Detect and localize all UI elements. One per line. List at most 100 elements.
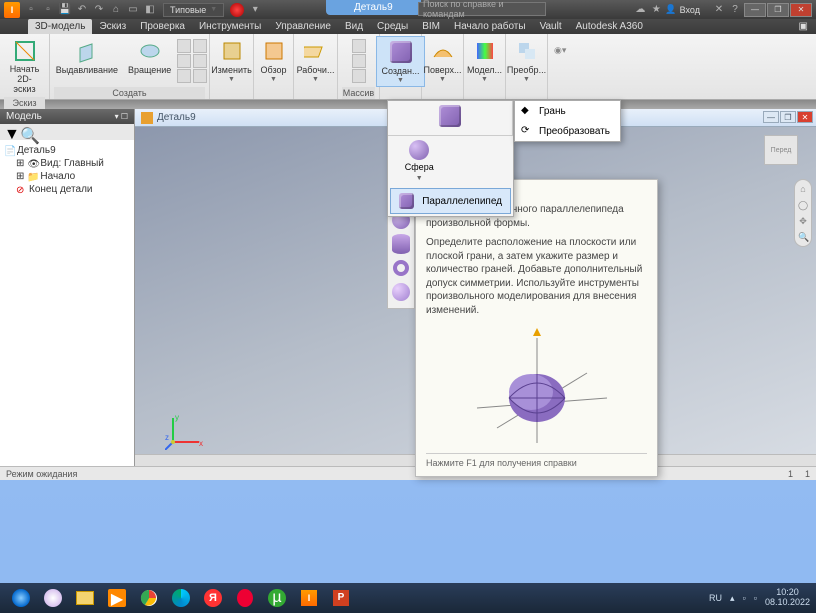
- tray-up-icon[interactable]: ▴: [730, 593, 735, 604]
- start-button[interactable]: [6, 586, 36, 610]
- window-restore-button[interactable]: ❐: [767, 3, 789, 17]
- tab-tools[interactable]: Инструменты: [192, 19, 268, 34]
- tab-3d-model[interactable]: 3D-модель: [28, 19, 92, 34]
- taskbar-opera[interactable]: [230, 586, 260, 610]
- surface-button[interactable]: Поверх... ▼: [419, 36, 465, 85]
- tab-sketch[interactable]: Эскиз: [92, 19, 133, 34]
- simulate-button[interactable]: Модел... ▼: [463, 36, 506, 85]
- qat-open-icon[interactable]: ▫: [41, 3, 55, 17]
- find-icon[interactable]: 🔍: [20, 126, 32, 138]
- canvas-close-button[interactable]: ✕: [797, 111, 813, 123]
- qat-save-icon[interactable]: 💾: [58, 3, 72, 17]
- mirror-button[interactable]: [352, 69, 366, 83]
- app-logo-icon[interactable]: I: [4, 2, 20, 18]
- user-icon: 👤: [665, 4, 676, 15]
- taskbar-powerpoint[interactable]: P: [326, 586, 356, 610]
- menu-item-convert[interactable]: ⟳ Преобразовать: [515, 121, 620, 141]
- pan-icon[interactable]: ✥: [798, 216, 808, 226]
- tray-network-icon[interactable]: ▫: [754, 593, 757, 603]
- taskbar-edge[interactable]: [166, 586, 196, 610]
- sweep-button[interactable]: [177, 39, 191, 53]
- simulate-label: Модел...: [467, 65, 502, 75]
- tray-clock[interactable]: 10:20 08.10.2022: [765, 588, 810, 608]
- expand-icon[interactable]: ⊞: [16, 158, 24, 169]
- canvas-maximize-button[interactable]: ❐: [780, 111, 796, 123]
- tray-language[interactable]: RU: [709, 593, 722, 603]
- filters-dropdown[interactable]: Типовые ▼: [163, 3, 224, 17]
- tab-bim[interactable]: BIM: [415, 19, 447, 34]
- coil-button[interactable]: [177, 69, 191, 83]
- view-cube[interactable]: Перед: [764, 135, 798, 165]
- ribbon-expand-icon[interactable]: ◉▾: [554, 45, 566, 55]
- palette-cylinder-button[interactable]: [390, 233, 412, 255]
- taskbar-yandex[interactable]: Я: [198, 586, 228, 610]
- revolve-label: Вращение: [128, 65, 171, 75]
- rib-button[interactable]: [193, 39, 207, 53]
- menu-item-face[interactable]: ◆ Грань: [515, 101, 620, 121]
- qat-material-icon[interactable]: ◧: [143, 3, 157, 17]
- dd-box-menu-item[interactable]: Параллелепипед: [390, 188, 511, 214]
- tab-a360[interactable]: Autodesk A360: [569, 19, 650, 34]
- dd-sphere-button[interactable]: Сфера ▼: [388, 136, 451, 186]
- tree-origin[interactable]: ⊞📁Начало: [4, 170, 130, 183]
- qat-undo-icon[interactable]: ↶: [75, 3, 89, 17]
- help-icon[interactable]: ?: [728, 3, 742, 17]
- modify-button[interactable]: Изменить ▼: [207, 36, 256, 85]
- freeform-dropdown: Сфера ▼ Параллелепипед: [387, 100, 514, 217]
- tab-getstarted[interactable]: Начало работы: [447, 19, 533, 34]
- appearance-button-icon[interactable]: [230, 3, 244, 17]
- convert-button[interactable]: Преобр... ▼: [503, 36, 550, 85]
- browser-options-icon[interactable]: ▾ ☐: [115, 112, 128, 121]
- canvas-minimize-button[interactable]: —: [763, 111, 779, 123]
- help-search-input[interactable]: Поиск по справке и командам: [418, 2, 546, 16]
- browser-header[interactable]: Модель ▾ ☐: [0, 109, 134, 124]
- window-close-button[interactable]: ✕: [790, 3, 812, 17]
- ribbon-collapse-icon[interactable]: ▣: [799, 21, 808, 32]
- qat-select-icon[interactable]: ▭: [126, 3, 140, 17]
- tab-vault[interactable]: Vault: [533, 19, 569, 34]
- canvas-title: Деталь9: [157, 112, 196, 123]
- palette-quadball-button[interactable]: [390, 281, 412, 303]
- qat-new-icon[interactable]: ▫: [24, 3, 38, 17]
- tab-manage[interactable]: Управление: [268, 19, 338, 34]
- start-2d-sketch-button[interactable]: Начать 2D-эскиз: [4, 36, 45, 97]
- cloud-icon[interactable]: ☁: [633, 3, 647, 17]
- dd-box-button[interactable]: [388, 101, 513, 135]
- emboss-button[interactable]: [193, 54, 207, 68]
- tree-end-of-part[interactable]: ⊘Конец детали: [4, 183, 130, 196]
- taskbar-app-1[interactable]: [38, 586, 68, 610]
- explore-button[interactable]: Обзор ▼: [257, 36, 291, 85]
- tab-environments[interactable]: Среды: [370, 19, 415, 34]
- work-features-button[interactable]: Рабочи... ▼: [293, 36, 339, 85]
- taskbar-explorer[interactable]: [70, 586, 100, 610]
- orbit-icon[interactable]: ◯: [798, 200, 808, 210]
- rectangular-pattern-button[interactable]: [352, 39, 366, 53]
- home-view-icon[interactable]: ⌂: [798, 184, 808, 194]
- signin-button[interactable]: 👤 Вход: [665, 4, 700, 15]
- extrude-button[interactable]: Выдавливание: [52, 36, 122, 77]
- filter-icon[interactable]: ▼: [4, 126, 16, 138]
- qat-more-icon[interactable]: ▾: [248, 3, 262, 17]
- tray-flag-icon[interactable]: ▫: [743, 593, 746, 603]
- freeform-create-button[interactable]: Создан... ▼: [376, 36, 424, 87]
- expand-icon[interactable]: ⊞: [16, 171, 24, 182]
- share-icon[interactable]: ✕: [712, 3, 726, 17]
- taskbar-chrome[interactable]: [134, 586, 164, 610]
- palette-torus-button[interactable]: [390, 257, 412, 279]
- zoom-icon[interactable]: 🔍: [798, 232, 808, 242]
- qat-redo-icon[interactable]: ↷: [92, 3, 106, 17]
- window-minimize-button[interactable]: —: [744, 3, 766, 17]
- circular-pattern-button[interactable]: [352, 54, 366, 68]
- taskbar-media[interactable]: ▶: [102, 586, 132, 610]
- taskbar-utorrent[interactable]: µ: [262, 586, 292, 610]
- tab-inspect[interactable]: Проверка: [133, 19, 192, 34]
- taskbar-inventor[interactable]: I: [294, 586, 324, 610]
- loft-button[interactable]: [177, 54, 191, 68]
- tree-view[interactable]: ⊞👁Вид: Главный: [4, 157, 130, 170]
- star-icon[interactable]: ★: [649, 3, 663, 17]
- tab-view[interactable]: Вид: [338, 19, 370, 34]
- qat-home-icon[interactable]: ⌂: [109, 3, 123, 17]
- derive-button[interactable]: [193, 69, 207, 83]
- revolve-button[interactable]: Вращение: [124, 36, 175, 77]
- tree-root[interactable]: 📄Деталь9: [4, 144, 130, 157]
